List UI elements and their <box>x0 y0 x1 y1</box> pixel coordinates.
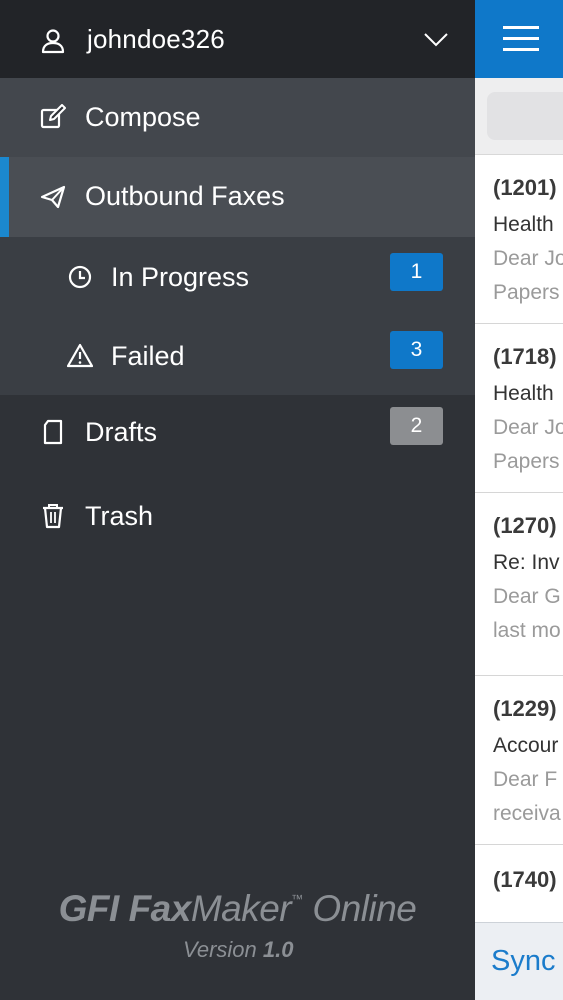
nav-trash[interactable]: Trash <box>0 471 475 561</box>
message-preview-line2: last mo <box>493 619 561 642</box>
message-subject: Re: Inv <box>493 551 560 574</box>
version-number: 1.0 <box>262 937 294 962</box>
list-item[interactable]: (1270) Re: Inv Dear G last mo <box>475 493 563 676</box>
bottom-toolbar: Sync <box>475 922 563 1000</box>
user-icon <box>41 29 65 54</box>
nav-drafts-label: Drafts <box>85 417 158 447</box>
warning-icon <box>67 343 93 368</box>
logo-brand-bold: GFI Fax <box>58 888 192 929</box>
list-item[interactable]: (1718) Health Dear Jo Papers <box>475 324 563 493</box>
app-version: Version 1.0 <box>183 937 294 963</box>
logo-brand-suffix: Online <box>302 888 417 929</box>
active-indicator <box>0 157 9 237</box>
message-id: (1740) <box>493 867 557 892</box>
nav-in-progress-label: In Progress <box>111 262 250 292</box>
nav-outbound-faxes[interactable]: Outbound Faxes <box>0 157 475 237</box>
list-item[interactable]: (1201) Health Dear Jo Papers <box>475 155 563 324</box>
paper-plane-icon <box>40 185 66 209</box>
sync-button[interactable]: Sync <box>491 945 555 978</box>
message-subject: Health <box>493 213 554 236</box>
message-list-panel: (1201) Health Dear Jo Papers (1718) Heal… <box>475 0 563 1000</box>
list-item[interactable]: (1740) <box>475 845 563 922</box>
in-progress-count-badge: 1 <box>390 253 443 291</box>
message-id: (1229) <box>493 696 557 721</box>
username: johndoe326 <box>87 24 225 54</box>
nav-trash-label: Trash <box>85 501 154 531</box>
search-area <box>475 78 563 155</box>
top-bar <box>475 0 563 78</box>
logo-brand-mid: Maker <box>190 888 292 929</box>
product-logo: GFI FaxMaker™ Online <box>0 888 475 930</box>
logo-trademark: ™ <box>291 892 303 906</box>
sidebar: johndoe326 Compose Outbound Faxes In Pro… <box>0 0 475 1000</box>
message-preview-line1: Dear Jo <box>493 247 563 270</box>
message-id: (1201) <box>493 175 557 200</box>
nav-drafts[interactable]: Drafts 2 <box>0 395 475 471</box>
trash-icon <box>43 504 63 529</box>
drafts-count-badge: 2 <box>390 407 443 445</box>
nav-compose[interactable]: Compose <box>0 78 475 157</box>
message-id: (1718) <box>493 344 557 369</box>
clock-icon <box>68 265 92 289</box>
hamburger-menu-icon[interactable] <box>503 26 539 52</box>
nav-failed-label: Failed <box>111 341 185 371</box>
failed-count-badge: 3 <box>390 331 443 369</box>
message-preview-line2: receiva <box>493 802 561 825</box>
nav-failed[interactable]: Failed 3 <box>0 317 475 395</box>
draft-icon <box>43 419 63 445</box>
list-item[interactable]: (1229) Accour Dear F receiva <box>475 676 563 845</box>
message-preview-line1: Dear F <box>493 768 558 791</box>
compose-icon <box>40 104 66 129</box>
message-preview-line1: Dear G <box>493 585 561 608</box>
search-input[interactable] <box>487 92 563 140</box>
nav-compose-label: Compose <box>85 102 201 132</box>
chevron-down-icon[interactable] <box>423 30 449 50</box>
message-subject: Health <box>493 382 554 405</box>
message-preview-line2: Papers <box>493 281 560 304</box>
nav-in-progress[interactable]: In Progress 1 <box>0 237 475 317</box>
message-preview-line1: Dear Jo <box>493 416 563 439</box>
account-switcher[interactable]: johndoe326 <box>0 0 475 78</box>
message-preview-line2: Papers <box>493 450 560 473</box>
version-label: Version <box>183 937 257 962</box>
app-root: johndoe326 Compose Outbound Faxes In Pro… <box>0 0 563 1000</box>
message-id: (1270) <box>493 513 557 538</box>
nav-outbound-label: Outbound Faxes <box>85 181 285 211</box>
message-subject: Accour <box>493 734 559 757</box>
